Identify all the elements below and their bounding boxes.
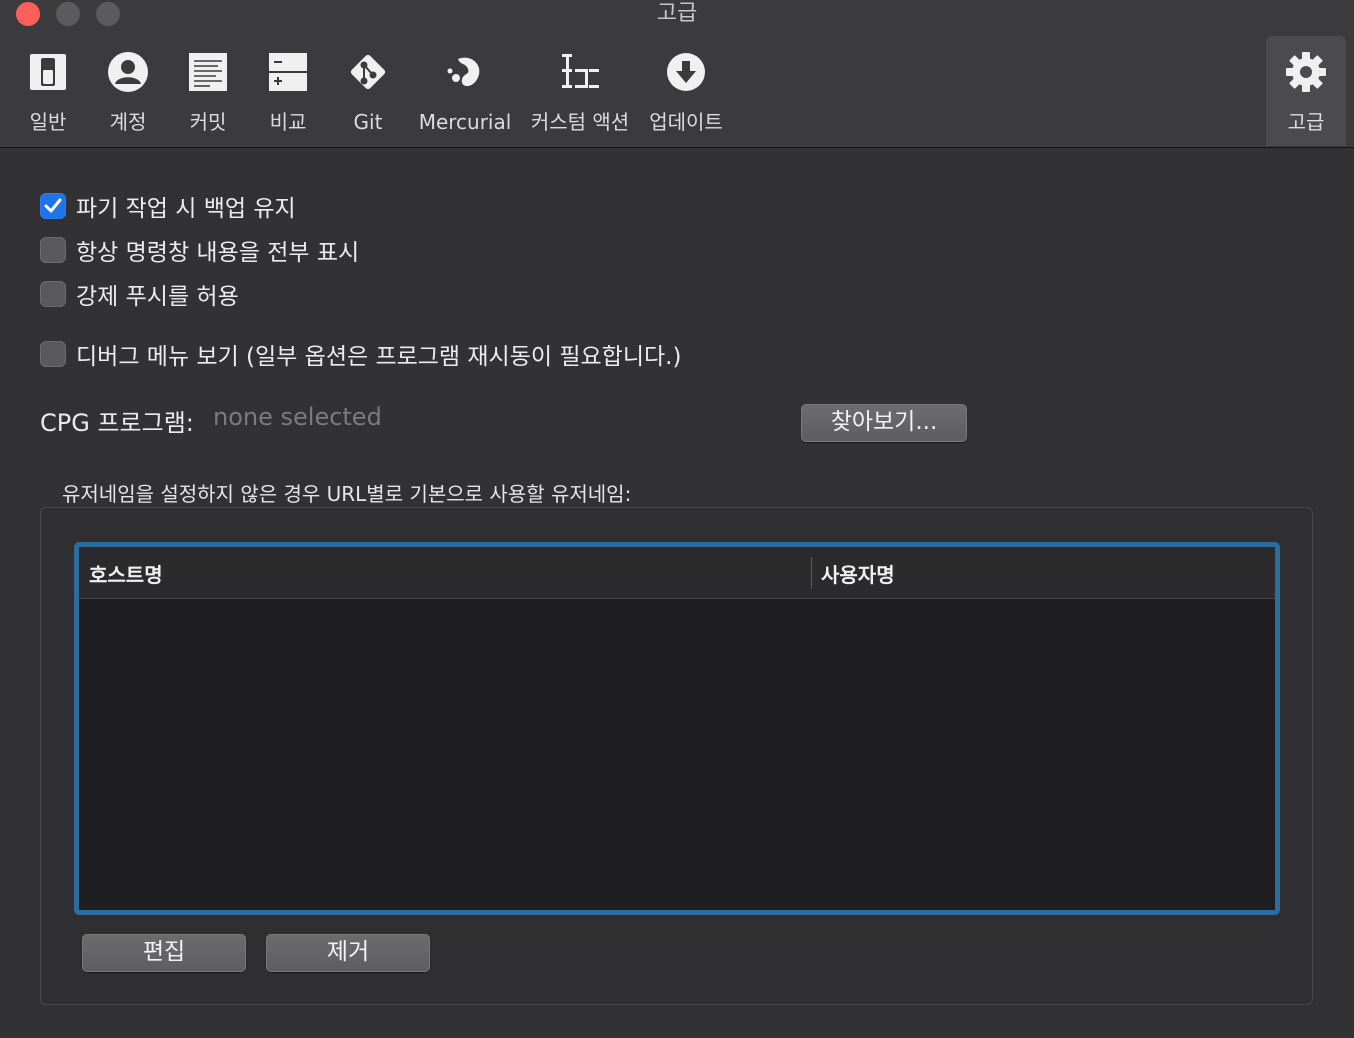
mercurial-icon <box>444 36 486 108</box>
allow-force-push-label: 강제 푸시를 허용 <box>76 284 239 310</box>
table-body[interactable] <box>79 599 1275 910</box>
toolbar-item-git[interactable]: Git <box>338 36 398 146</box>
toolbar-item-commit[interactable]: 커밋 <box>178 36 238 146</box>
gear-icon <box>1285 36 1327 108</box>
cpg-program-label: CPG 프로그램: <box>40 409 194 437</box>
toolbar-item-update[interactable]: 업데이트 <box>646 36 726 146</box>
account-icon <box>107 36 149 108</box>
debug-menu-label: 디버그 메뉴 보기 (일부 옵션은 프로그램 재시동이 필요합니다.) <box>76 344 682 370</box>
toolbar-label-diff: 비교 <box>269 110 307 134</box>
remove-button[interactable]: 제거 <box>266 934 430 972</box>
toolbar-label-general: 일반 <box>29 110 67 134</box>
browse-button[interactable]: 찾아보기... <box>801 404 967 442</box>
keep-backup-label: 파기 작업 시 백업 유지 <box>76 196 296 222</box>
toolbar-label-update: 업데이트 <box>649 110 723 134</box>
column-header-username[interactable]: 사용자명 <box>821 559 895 588</box>
preferences-toolbar: 고급 일반 계정 커밋 비교 Git Mercurial 커스텀 액션 업데이트… <box>0 0 1354 148</box>
usernames-table[interactable]: 호스트명 사용자명 <box>74 542 1280 915</box>
general-icon <box>28 36 68 108</box>
toolbar-label-mercurial: Mercurial <box>418 110 512 134</box>
toolbar-label-git: Git <box>353 110 383 134</box>
preferences-window: 고급 일반 계정 커밋 비교 Git Mercurial 커스텀 액션 업데이트… <box>0 0 1354 1038</box>
debug-menu-option[interactable]: 디버그 메뉴 보기 (일부 옵션은 프로그램 재시동이 필요합니다.) <box>40 337 681 371</box>
git-icon <box>347 36 389 108</box>
toolbar-item-diff[interactable]: 비교 <box>258 36 318 146</box>
toolbar-item-custom-actions[interactable]: 커스텀 액션 <box>528 36 632 146</box>
edit-button[interactable]: 편집 <box>82 934 246 972</box>
keep-backup-option[interactable]: 파기 작업 시 백업 유지 <box>40 189 296 223</box>
show-full-output-checkbox[interactable] <box>40 237 66 263</box>
custom-actions-icon <box>559 36 601 108</box>
toolbar-label-commit: 커밋 <box>189 110 227 134</box>
debug-menu-checkbox[interactable] <box>40 341 66 367</box>
column-divider[interactable] <box>811 557 812 589</box>
keep-backup-checkbox[interactable] <box>40 193 66 219</box>
toolbar-item-accounts[interactable]: 계정 <box>98 36 158 146</box>
toolbar-item-general[interactable]: 일반 <box>18 36 78 146</box>
allow-force-push-option[interactable]: 강제 푸시를 허용 <box>40 277 239 311</box>
column-header-hostname[interactable]: 호스트명 <box>89 559 163 588</box>
toolbar-label-custom-actions: 커스텀 액션 <box>530 110 630 134</box>
usernames-caption: 유저네임을 설정하지 않은 경우 URL별로 기본으로 사용할 유저네임: <box>62 482 632 506</box>
toolbar-item-mercurial[interactable]: Mercurial <box>414 36 516 146</box>
toolbar-item-advanced[interactable]: 고급 <box>1266 36 1346 146</box>
checkmark-icon <box>44 198 62 213</box>
update-icon <box>666 36 706 108</box>
show-full-output-label: 항상 명령창 내용을 전부 표시 <box>76 240 360 266</box>
window-title: 고급 <box>656 1 698 26</box>
commit-icon <box>188 36 228 108</box>
allow-force-push-checkbox[interactable] <box>40 281 66 307</box>
toolbar-label-advanced: 고급 <box>1287 110 1325 134</box>
cpg-program-value: none selected <box>213 403 382 431</box>
diff-icon <box>268 36 308 108</box>
show-full-output-option[interactable]: 항상 명령창 내용을 전부 표시 <box>40 233 359 267</box>
table-header: 호스트명 사용자명 <box>79 547 1275 599</box>
toolbar-label-accounts: 계정 <box>109 110 147 134</box>
